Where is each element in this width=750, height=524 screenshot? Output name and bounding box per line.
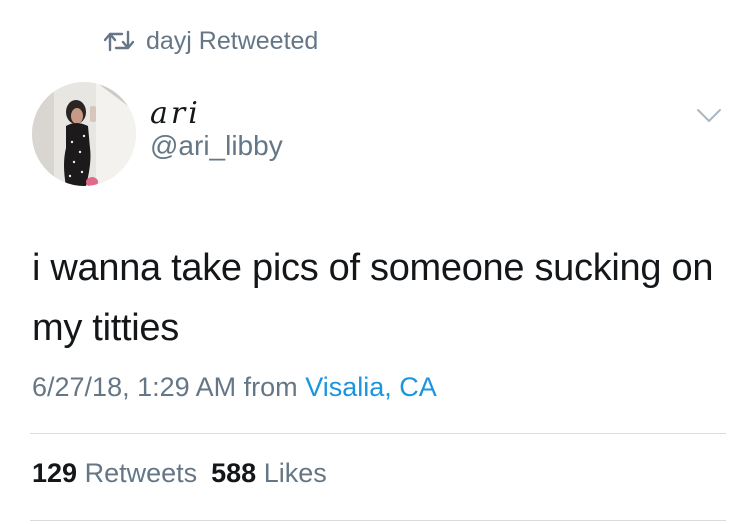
profile-photo bbox=[32, 82, 136, 186]
tweet-meta: 6/27/18, 1:29 AM from Visalia, CA bbox=[32, 372, 437, 403]
retweets-label: Retweets bbox=[84, 458, 198, 488]
retweets-stat[interactable]: 129 Retweets bbox=[32, 458, 197, 488]
tweet-text: i wanna take pics of someone sucking on … bbox=[32, 247, 714, 349]
chevron-down-icon[interactable] bbox=[696, 106, 722, 126]
retweet-context: dayj Retweeted bbox=[104, 24, 318, 58]
retweet-text[interactable]: dayj Retweeted bbox=[146, 27, 318, 56]
location-link[interactable]: Visalia, CA bbox=[305, 372, 437, 402]
retweet-icon bbox=[104, 30, 134, 52]
from-label: from bbox=[243, 372, 298, 402]
likes-label: Likes bbox=[263, 458, 327, 488]
likes-stat[interactable]: 588 Likes bbox=[211, 458, 327, 488]
user-handle[interactable]: @ari_libby bbox=[150, 130, 283, 162]
divider bbox=[30, 520, 726, 521]
tweet-stats: 129 Retweets 588 Likes bbox=[32, 458, 327, 489]
divider bbox=[30, 433, 726, 434]
retweets-count: 129 bbox=[32, 458, 78, 488]
display-name[interactable]: ari bbox=[150, 96, 201, 131]
avatar[interactable] bbox=[32, 82, 136, 186]
likes-count: 588 bbox=[211, 458, 257, 488]
tweet-timestamp[interactable]: 6/27/18, 1:29 AM bbox=[32, 372, 236, 402]
